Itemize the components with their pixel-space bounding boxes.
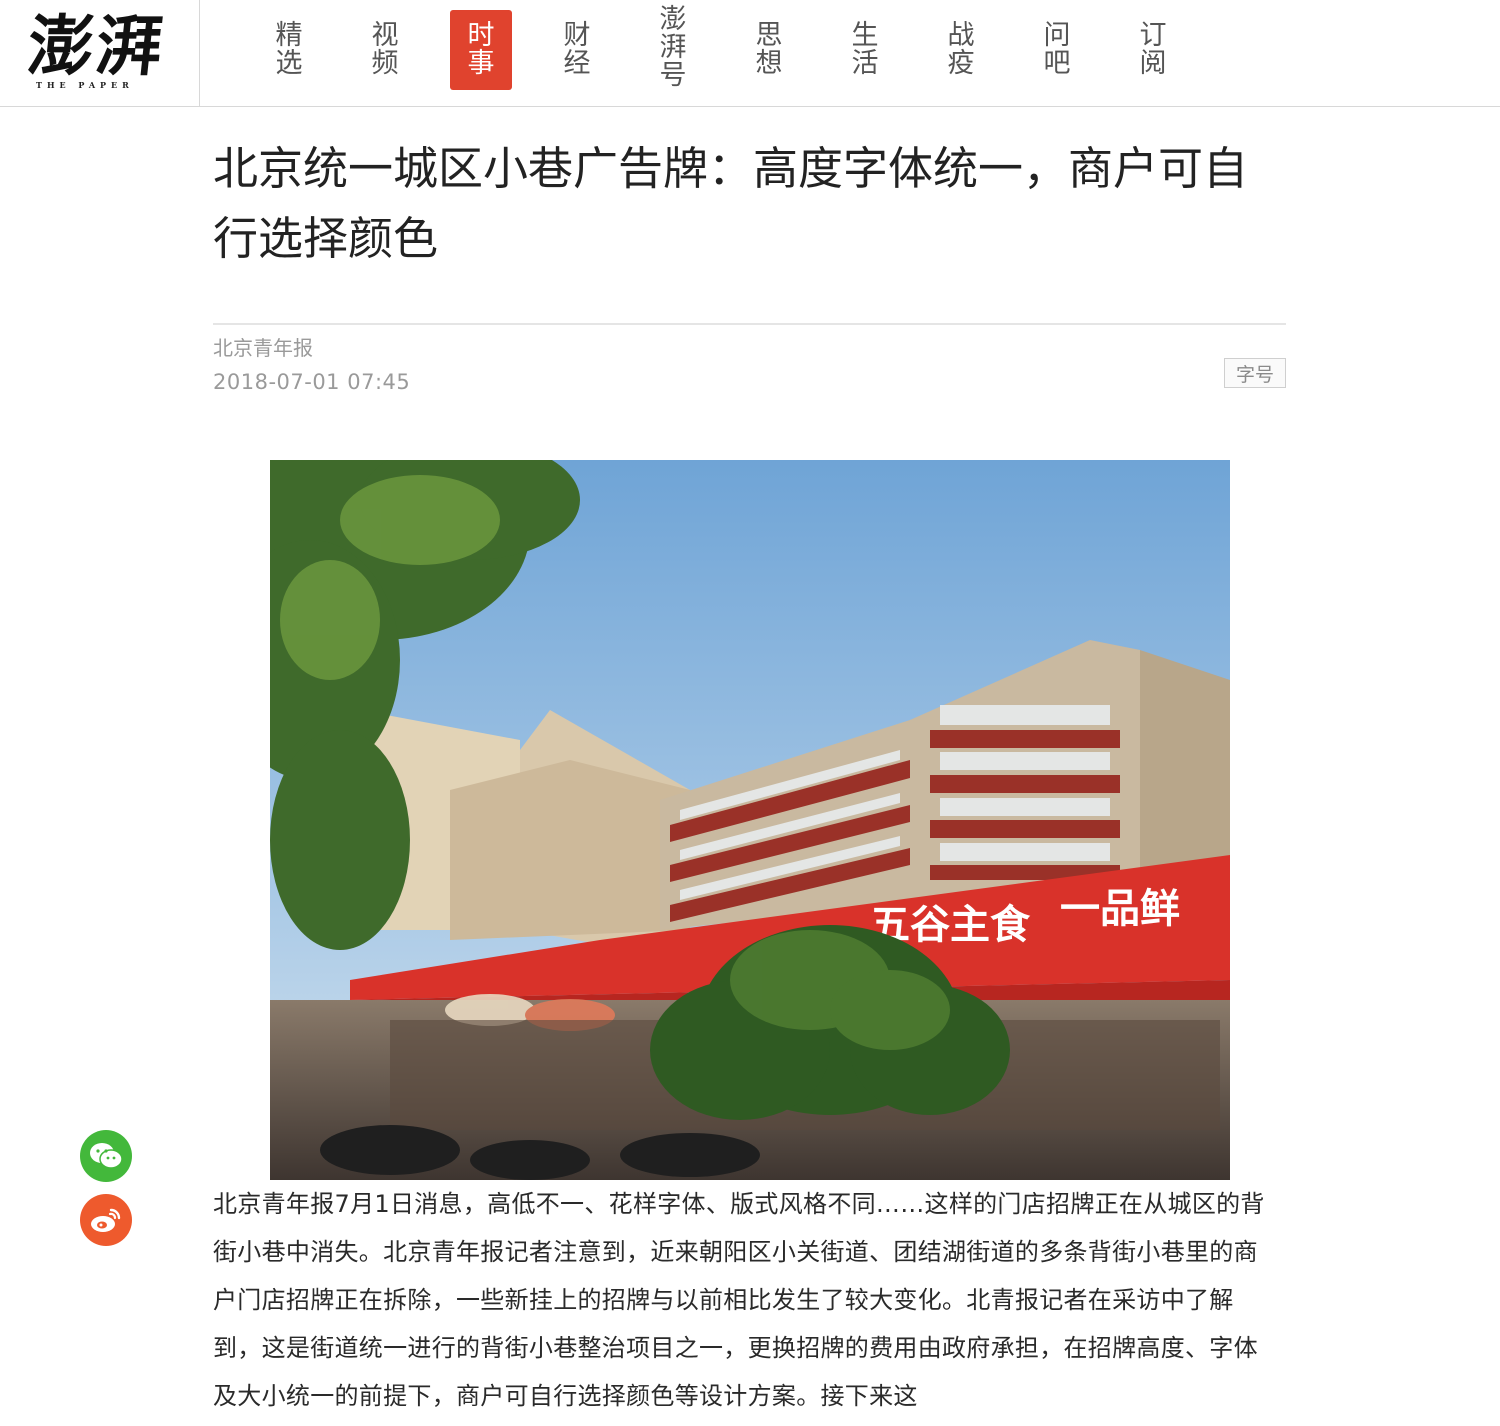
nav-item-char: 号 bbox=[659, 60, 687, 91]
site-header: 澎湃 THE PAPER 精选视频时事财经澎湃号思想生活战疫问吧订阅 bbox=[0, 0, 1500, 107]
nav-item-char: 财 bbox=[563, 20, 591, 51]
nav-item-char: 精 bbox=[275, 20, 303, 51]
article-source: 北京青年报 bbox=[213, 336, 313, 360]
logo-subtitle: THE PAPER bbox=[36, 80, 134, 90]
nav-item-4[interactable]: 澎湃号 bbox=[642, 4, 704, 92]
nav-item-5[interactable]: 思想 bbox=[738, 10, 800, 90]
nav-item-char: 战 bbox=[947, 20, 975, 51]
street-scene-image: 五谷主食 一品鲜 bbox=[270, 460, 1230, 1180]
nav-item-char: 生 bbox=[851, 20, 879, 51]
nav-item-char: 疫 bbox=[947, 48, 975, 79]
nav-item-6[interactable]: 生活 bbox=[834, 10, 896, 90]
article-date: 2018-07-01 07:45 bbox=[213, 370, 411, 394]
nav-item-char: 湃 bbox=[659, 32, 687, 63]
font-size-button[interactable]: 字号 bbox=[1224, 358, 1286, 388]
article-title: 北京统一城区小巷广告牌：高度字体统一，商户可自行选择颜色 bbox=[213, 142, 1249, 265]
nav-item-char: 选 bbox=[275, 48, 303, 79]
share-wechat-button[interactable] bbox=[80, 1130, 132, 1182]
weibo-icon bbox=[91, 1208, 121, 1232]
nav-item-char: 思 bbox=[755, 20, 783, 51]
nav-item-char: 经 bbox=[563, 48, 591, 79]
nav-item-char: 阅 bbox=[1139, 48, 1167, 79]
article-photo: 五谷主食 一品鲜 bbox=[270, 460, 1230, 1180]
nav-item-9[interactable]: 订阅 bbox=[1122, 10, 1184, 90]
nav-item-7[interactable]: 战疫 bbox=[930, 10, 992, 90]
nav-item-char: 事 bbox=[467, 48, 495, 79]
nav-item-char: 时 bbox=[467, 20, 495, 51]
nav-item-char: 澎 bbox=[659, 4, 687, 35]
nav-item-8[interactable]: 问吧 bbox=[1026, 10, 1088, 90]
site-logo[interactable]: 澎湃 THE PAPER bbox=[0, 0, 200, 106]
logo-text: 澎湃 bbox=[23, 7, 169, 85]
share-weibo-button[interactable] bbox=[80, 1194, 132, 1246]
shop-sign-2: 一品鲜 bbox=[1060, 886, 1180, 932]
nav-item-char: 视 bbox=[371, 20, 399, 51]
nav-item-2[interactable]: 时事 bbox=[450, 10, 512, 90]
nav-item-char: 吧 bbox=[1043, 48, 1071, 79]
nav-item-char: 活 bbox=[851, 48, 879, 79]
nav-item-1[interactable]: 视频 bbox=[354, 10, 416, 90]
nav-item-char: 想 bbox=[755, 48, 783, 79]
wechat-icon bbox=[90, 1143, 123, 1169]
nav-item-0[interactable]: 精选 bbox=[258, 10, 320, 90]
nav-item-char: 问 bbox=[1043, 20, 1071, 51]
nav-item-char: 订 bbox=[1139, 20, 1167, 51]
nav-item-char: 频 bbox=[371, 48, 399, 79]
article-body: 北京青年报7月1日消息，高低不一、花样字体、版式风格不同……这样的门店招牌正在从… bbox=[213, 1190, 1265, 1410]
nav-item-3[interactable]: 财经 bbox=[546, 10, 608, 90]
meta-divider bbox=[213, 323, 1286, 325]
